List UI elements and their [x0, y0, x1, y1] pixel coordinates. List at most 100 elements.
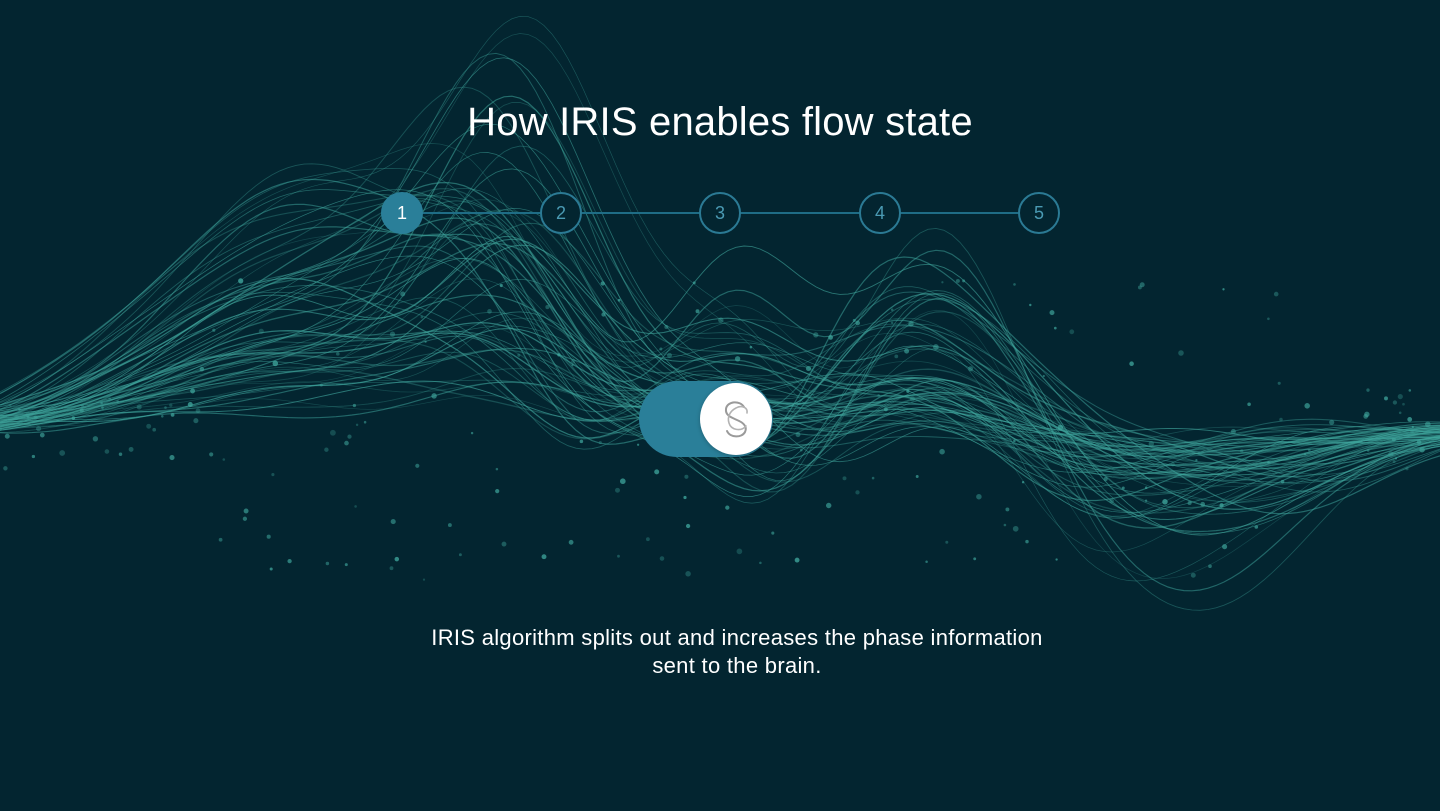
wave-particle — [33, 415, 38, 420]
wave-particle — [1049, 310, 1055, 316]
wave-particle — [828, 335, 833, 340]
step-5-button[interactable]: 5 — [1018, 192, 1060, 234]
wave-particle — [272, 360, 279, 367]
wave-particle — [458, 553, 462, 557]
toggle-knob[interactable] — [700, 383, 772, 455]
iris-toggle[interactable] — [639, 381, 773, 457]
wave-particle — [269, 567, 273, 571]
wave-particle — [894, 354, 899, 359]
wave-particle — [771, 531, 775, 535]
wave-line — [0, 226, 1440, 533]
wave-particle — [579, 439, 584, 444]
wave-particle — [330, 429, 336, 436]
wave-particle — [906, 389, 910, 393]
wave-particle — [1303, 452, 1307, 456]
wave-particle — [152, 427, 157, 432]
wave-particle — [354, 505, 357, 508]
wave-particle — [1247, 402, 1251, 407]
wave-particle — [18, 408, 21, 411]
wave-particle — [104, 449, 110, 454]
wave-particle — [1407, 417, 1413, 422]
wave-particle — [1222, 288, 1225, 291]
wave-particle — [962, 279, 966, 283]
wave-particle — [394, 556, 400, 562]
wave-particle — [1277, 381, 1281, 385]
wave-particle — [945, 540, 949, 544]
wave-particle — [400, 291, 406, 297]
wave-particle — [1187, 500, 1192, 506]
wave-particle — [26, 415, 30, 419]
wave-particle — [925, 560, 928, 563]
wave-particle — [495, 467, 499, 471]
wave-particle — [1162, 499, 1168, 505]
wave-particle — [1170, 462, 1175, 467]
wave-particle — [685, 571, 691, 577]
wave-particle — [218, 537, 223, 542]
wave-particle — [1230, 428, 1236, 435]
wave-particle — [545, 305, 550, 310]
wave-particle — [243, 508, 249, 514]
wave-particle — [420, 315, 424, 319]
wave-particle — [1388, 451, 1394, 457]
wave-particle — [855, 320, 861, 326]
wave-particle — [636, 443, 640, 446]
wave-particle — [1121, 486, 1125, 490]
wave-particle — [877, 394, 880, 397]
wave-particle — [209, 452, 214, 457]
wave-particle — [146, 423, 152, 429]
wave-particle — [193, 418, 199, 424]
wave-particle — [571, 364, 574, 367]
step-indicator: 1 2 3 4 5 — [381, 192, 1060, 234]
wave-particle — [212, 328, 216, 332]
wave-particle — [736, 548, 743, 555]
wave-particle — [615, 487, 620, 493]
wave-particle — [36, 426, 42, 432]
wave-particle — [794, 557, 800, 563]
step-3-button[interactable]: 3 — [699, 192, 741, 234]
wave-particle — [904, 348, 910, 354]
wave-particle — [363, 420, 367, 424]
wave-particle — [39, 432, 45, 438]
wave-particle — [92, 436, 99, 442]
wave-particle — [1029, 303, 1032, 307]
wave-particle — [908, 321, 914, 327]
wave-particle — [1240, 449, 1244, 453]
wave-particle — [390, 519, 396, 525]
wave-particle — [759, 561, 762, 565]
wave-particle — [1025, 539, 1029, 544]
wave-particle — [355, 423, 359, 427]
wave-particle — [100, 401, 103, 405]
wave-particle — [1273, 291, 1279, 297]
wave-particle — [190, 388, 196, 394]
wave-particle — [1005, 507, 1010, 512]
step-2-button[interactable]: 2 — [540, 192, 582, 234]
iris-logo-icon — [724, 401, 748, 438]
wave-particle — [1408, 389, 1412, 392]
wave-particle — [909, 396, 916, 402]
wave-particle — [71, 416, 76, 420]
wave-particle — [415, 463, 420, 468]
wave-particle — [164, 406, 167, 409]
wave-particle — [1139, 282, 1145, 288]
wave-particle — [352, 403, 357, 408]
wave-particle — [31, 454, 36, 459]
wave-particle — [258, 328, 264, 334]
wave-particle — [571, 359, 576, 364]
wave-particle — [799, 448, 803, 452]
wave-particle — [3, 466, 8, 471]
wave-particle — [825, 502, 832, 509]
wave-particle — [683, 495, 687, 500]
step-4-button[interactable]: 4 — [859, 192, 901, 234]
wave-particle — [659, 556, 665, 561]
wave-particle — [1055, 558, 1058, 561]
wave-particle — [1109, 498, 1115, 504]
wave-particle — [101, 406, 104, 410]
wave-particle — [1057, 424, 1064, 431]
wave-particle — [1366, 449, 1370, 452]
wave-particle — [389, 566, 394, 571]
wave-particle — [915, 475, 919, 478]
wave-particle — [890, 321, 894, 324]
step-1-button[interactable]: 1 — [381, 192, 423, 234]
wave-particle — [347, 434, 352, 439]
wave-particle — [136, 404, 142, 410]
